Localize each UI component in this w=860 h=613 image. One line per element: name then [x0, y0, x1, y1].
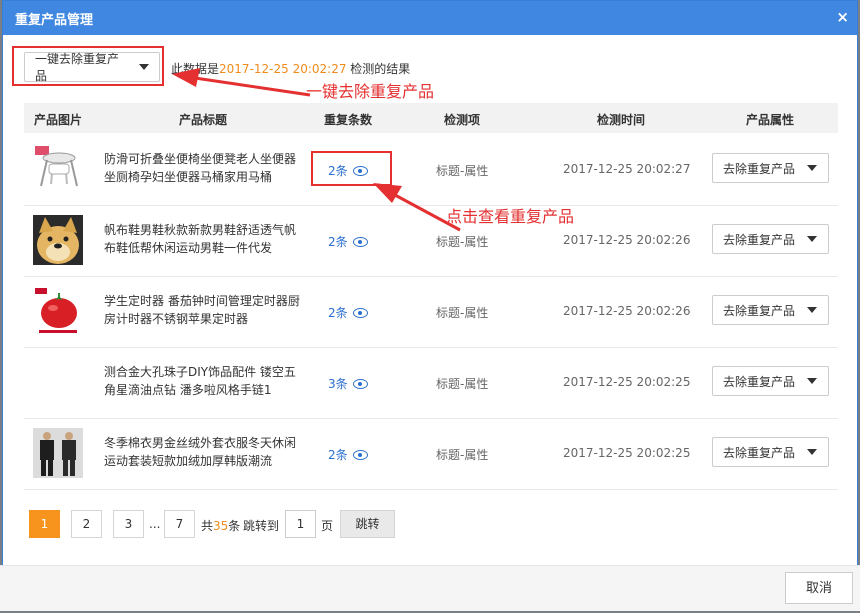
- detect-time: 2017-12-25 20:02:25: [563, 375, 691, 389]
- col-header-image: 产品图片: [34, 113, 83, 127]
- page-3-button[interactable]: 3: [113, 510, 144, 538]
- product-title: 帆布鞋男鞋秋款新款男鞋舒适透气帆布鞋低帮休闲运动男鞋一件代发: [104, 223, 297, 255]
- caret-down-icon: [139, 64, 149, 70]
- dup-count-highlight: [311, 151, 392, 186]
- info-prefix: 此数据是: [171, 62, 220, 76]
- eye-icon: [352, 308, 368, 318]
- table-row: 冬季棉衣男金丝绒外套衣服冬天休闲运动套装短款加绒加厚韩版潮流 2条 标题-属性 …: [24, 418, 838, 490]
- remove-duplicate-label: 去除重复产品: [723, 445, 796, 460]
- col-header-detect-item: 检测项: [444, 113, 481, 127]
- col-header-attributes: 产品属性: [746, 113, 795, 127]
- remove-duplicate-label: 去除重复产品: [723, 303, 796, 318]
- annotation-one-click-remove: 一键去除重复产品: [306, 82, 435, 101]
- dup-count: 2条: [328, 235, 348, 249]
- pagination-ellipsis: ...: [149, 517, 161, 531]
- product-title: 学生定时器 番茄钟时间管理定时器厨房计时器不锈钢苹果定时器: [104, 294, 300, 326]
- product-title: 测合金大孔珠子DIY饰品配件 镂空五角星滴油点钻 潘多啦风格手链1: [104, 365, 296, 397]
- col-header-dup-count: 重复条数: [324, 113, 373, 127]
- caret-down-icon: [807, 236, 818, 242]
- dup-count: 3条: [328, 377, 348, 391]
- total-count: 35: [213, 519, 229, 533]
- table-row: 帆布鞋男鞋秋款新款男鞋舒适透气帆布鞋低帮休闲运动男鞋一件代发 2条 标题-属性 …: [24, 205, 838, 277]
- remove-duplicate-dropdown[interactable]: 去除重复产品: [712, 437, 829, 467]
- remove-duplicate-label: 去除重复产品: [723, 161, 796, 176]
- remove-duplicate-label: 去除重复产品: [723, 374, 796, 389]
- total-count-text: 共35条: [201, 517, 240, 534]
- total-suffix: 条: [228, 519, 241, 533]
- detect-time: 2017-12-25 20:02:26: [563, 304, 691, 318]
- page-7-button[interactable]: 7: [164, 510, 195, 538]
- caret-down-icon: [807, 378, 818, 384]
- dup-count: 2条: [328, 448, 348, 462]
- toilet-chair-image: [33, 144, 83, 194]
- view-duplicates-link[interactable]: 2条: [328, 304, 368, 321]
- caret-down-icon: [807, 449, 818, 455]
- table-row: 防滑可折叠坐便椅坐便凳老人坐便器坐厕椅孕妇坐便器马桶家用马桶 2条 标题-属性 …: [24, 134, 838, 206]
- product-title: 冬季棉衣男金丝绒外套衣服冬天休闲运动套装短款加绒加厚韩版潮流: [104, 436, 297, 468]
- dialog-footer: 取消: [0, 565, 860, 611]
- dialog-title: 重复产品管理: [15, 13, 94, 28]
- detect-time: 2017-12-25 20:02:26: [563, 233, 691, 247]
- table-row: 测合金大孔珠子DIY饰品配件 镂空五角星滴油点钻 潘多啦风格手链1 3条 标题-…: [24, 347, 838, 419]
- remove-duplicate-dropdown[interactable]: 去除重复产品: [712, 295, 829, 325]
- doge-image: [33, 215, 83, 265]
- col-header-title: 产品标题: [179, 113, 228, 127]
- remove-all-duplicates-label: 一键去除重复产品: [35, 52, 120, 83]
- detect-item: 标题-属性: [436, 306, 489, 320]
- info-suffix: 检测的结果: [350, 62, 411, 76]
- total-prefix: 共: [201, 519, 214, 533]
- jump-label: 跳转到: [243, 519, 280, 533]
- eye-icon: [352, 379, 368, 389]
- detect-item: 标题-属性: [436, 377, 489, 391]
- product-title: 防滑可折叠坐便椅坐便凳老人坐便器坐厕椅孕妇坐便器马桶家用马桶: [104, 152, 297, 184]
- dup-count: 2条: [328, 306, 348, 320]
- remove-duplicate-dropdown[interactable]: 去除重复产品: [712, 153, 829, 183]
- page-unit: 页: [321, 519, 334, 533]
- cancel-button[interactable]: 取消: [785, 572, 853, 604]
- dialog-titlebar: 重复产品管理 ×: [3, 1, 857, 35]
- table-header: 产品图片 产品标题 重复条数 检测项 检测时间 产品属性: [24, 103, 838, 133]
- remove-duplicate-dropdown[interactable]: 去除重复产品: [712, 224, 829, 254]
- detection-info: 此数据是2017-12-25 20:02:27 检测的结果: [171, 60, 410, 77]
- col-header-detect-time: 检测时间: [597, 113, 646, 127]
- detect-item: 标题-属性: [436, 448, 489, 462]
- page-1-button[interactable]: 1: [29, 510, 60, 538]
- page-2-button[interactable]: 2: [71, 510, 102, 538]
- view-duplicates-link[interactable]: 2条: [328, 446, 368, 463]
- jump-page-input[interactable]: 1: [285, 510, 316, 538]
- view-duplicates-link[interactable]: 2条: [328, 233, 368, 250]
- info-datetime: 2017-12-25 20:02:27: [219, 62, 347, 76]
- caret-down-icon: [807, 307, 818, 313]
- detect-time: 2017-12-25 20:02:27: [563, 162, 691, 176]
- remove-duplicate-label: 去除重复产品: [723, 232, 796, 247]
- close-icon[interactable]: ×: [836, 8, 849, 26]
- caret-down-icon: [807, 165, 818, 171]
- detect-item: 标题-属性: [436, 235, 489, 249]
- eye-icon: [352, 237, 368, 247]
- table-row: 学生定时器 番茄钟时间管理定时器厨房计时器不锈钢苹果定时器 2条 标题-属性 2…: [24, 276, 838, 348]
- view-duplicates-link[interactable]: 3条: [328, 375, 368, 392]
- tomato-timer-image: [33, 286, 83, 336]
- annotation-view-duplicates: 点击查看重复产品: [446, 207, 575, 226]
- eye-icon: [352, 450, 368, 460]
- remove-all-duplicates-dropdown[interactable]: 一键去除重复产品: [24, 52, 160, 83]
- detect-item: 标题-属性: [436, 164, 489, 178]
- detect-time: 2017-12-25 20:02:25: [563, 446, 691, 460]
- remove-duplicate-dropdown[interactable]: 去除重复产品: [712, 366, 829, 396]
- jump-button[interactable]: 跳转: [340, 510, 395, 538]
- clothing-image: [33, 428, 83, 478]
